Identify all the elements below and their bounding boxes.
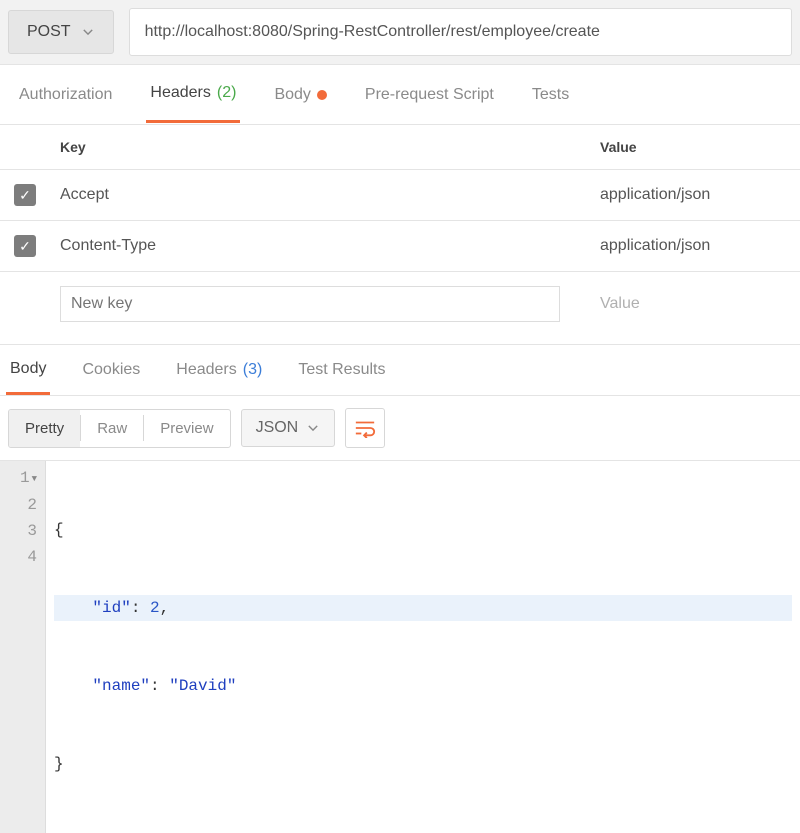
table-row: ✓ Content-Type application/json xyxy=(0,221,800,272)
view-mode-segment: Pretty Raw Preview xyxy=(8,409,231,448)
tab-tests[interactable]: Tests xyxy=(528,68,573,122)
wrap-icon xyxy=(354,418,376,438)
table-row-new: Value xyxy=(0,272,800,341)
response-body-editor[interactable]: 1▼ 2 3 4 { "id": 2, "name": "David" } xyxy=(0,461,800,833)
row-checkbox[interactable]: ✓ xyxy=(14,235,36,257)
resp-tab-headers-count: (3) xyxy=(243,361,263,379)
fold-icon[interactable]: ▼ xyxy=(32,466,37,492)
resp-tab-test-results[interactable]: Test Results xyxy=(294,347,389,393)
unsaved-dot-icon xyxy=(317,90,327,100)
format-label: JSON xyxy=(256,419,299,437)
pretty-button[interactable]: Pretty xyxy=(9,410,80,447)
code-line: } xyxy=(54,751,792,777)
raw-button[interactable]: Raw xyxy=(81,410,143,447)
header-value-cell[interactable]: application/json xyxy=(590,221,800,272)
tab-authorization[interactable]: Authorization xyxy=(15,68,116,122)
row-checkbox[interactable]: ✓ xyxy=(14,184,36,206)
resp-tab-body[interactable]: Body xyxy=(6,346,50,395)
http-method-dropdown[interactable]: POST xyxy=(8,10,114,54)
col-value: Value xyxy=(590,125,800,170)
http-method-label: POST xyxy=(27,23,71,41)
tab-body[interactable]: Body xyxy=(270,68,330,122)
tab-headers-label: Headers xyxy=(150,84,210,102)
resp-tab-headers[interactable]: Headers (3) xyxy=(172,347,266,393)
preview-button[interactable]: Preview xyxy=(144,410,229,447)
header-value-cell[interactable]: application/json xyxy=(590,170,800,221)
line-gutter: 1▼ 2 3 4 xyxy=(0,461,46,833)
resp-tab-cookies[interactable]: Cookies xyxy=(78,347,144,393)
wrap-lines-button[interactable] xyxy=(345,408,385,448)
header-key-cell[interactable]: Accept xyxy=(50,170,590,221)
code-line: "id": 2, xyxy=(54,595,792,621)
response-toolbar: Pretty Raw Preview JSON xyxy=(0,396,800,461)
code-line: { xyxy=(54,517,792,543)
code-line: "name": "David" xyxy=(54,673,792,699)
response-tabs: Body Cookies Headers (3) Test Results xyxy=(0,344,800,396)
code-content[interactable]: { "id": 2, "name": "David" } xyxy=(46,461,800,833)
table-row: ✓ Accept application/json xyxy=(0,170,800,221)
format-dropdown[interactable]: JSON xyxy=(241,409,336,447)
resp-tab-headers-label: Headers xyxy=(176,361,236,379)
tab-headers[interactable]: Headers (2) xyxy=(146,66,240,123)
chevron-down-icon xyxy=(81,25,95,39)
tab-body-label: Body xyxy=(274,86,310,104)
new-key-input[interactable] xyxy=(60,286,560,322)
col-check xyxy=(0,125,50,170)
url-input[interactable]: http://localhost:8080/Spring-RestControl… xyxy=(129,8,792,56)
request-top-bar: POST http://localhost:8080/Spring-RestCo… xyxy=(0,0,800,65)
header-key-cell[interactable]: Content-Type xyxy=(50,221,590,272)
tab-prerequest-script[interactable]: Pre-request Script xyxy=(361,68,498,122)
col-key: Key xyxy=(50,125,590,170)
request-tabs: Authorization Headers (2) Body Pre-reque… xyxy=(0,65,800,125)
chevron-down-icon xyxy=(306,421,320,435)
new-value-placeholder[interactable]: Value xyxy=(600,295,640,312)
tab-headers-count: (2) xyxy=(217,84,237,102)
headers-table: Key Value ✓ Accept application/json ✓ Co… xyxy=(0,125,800,340)
